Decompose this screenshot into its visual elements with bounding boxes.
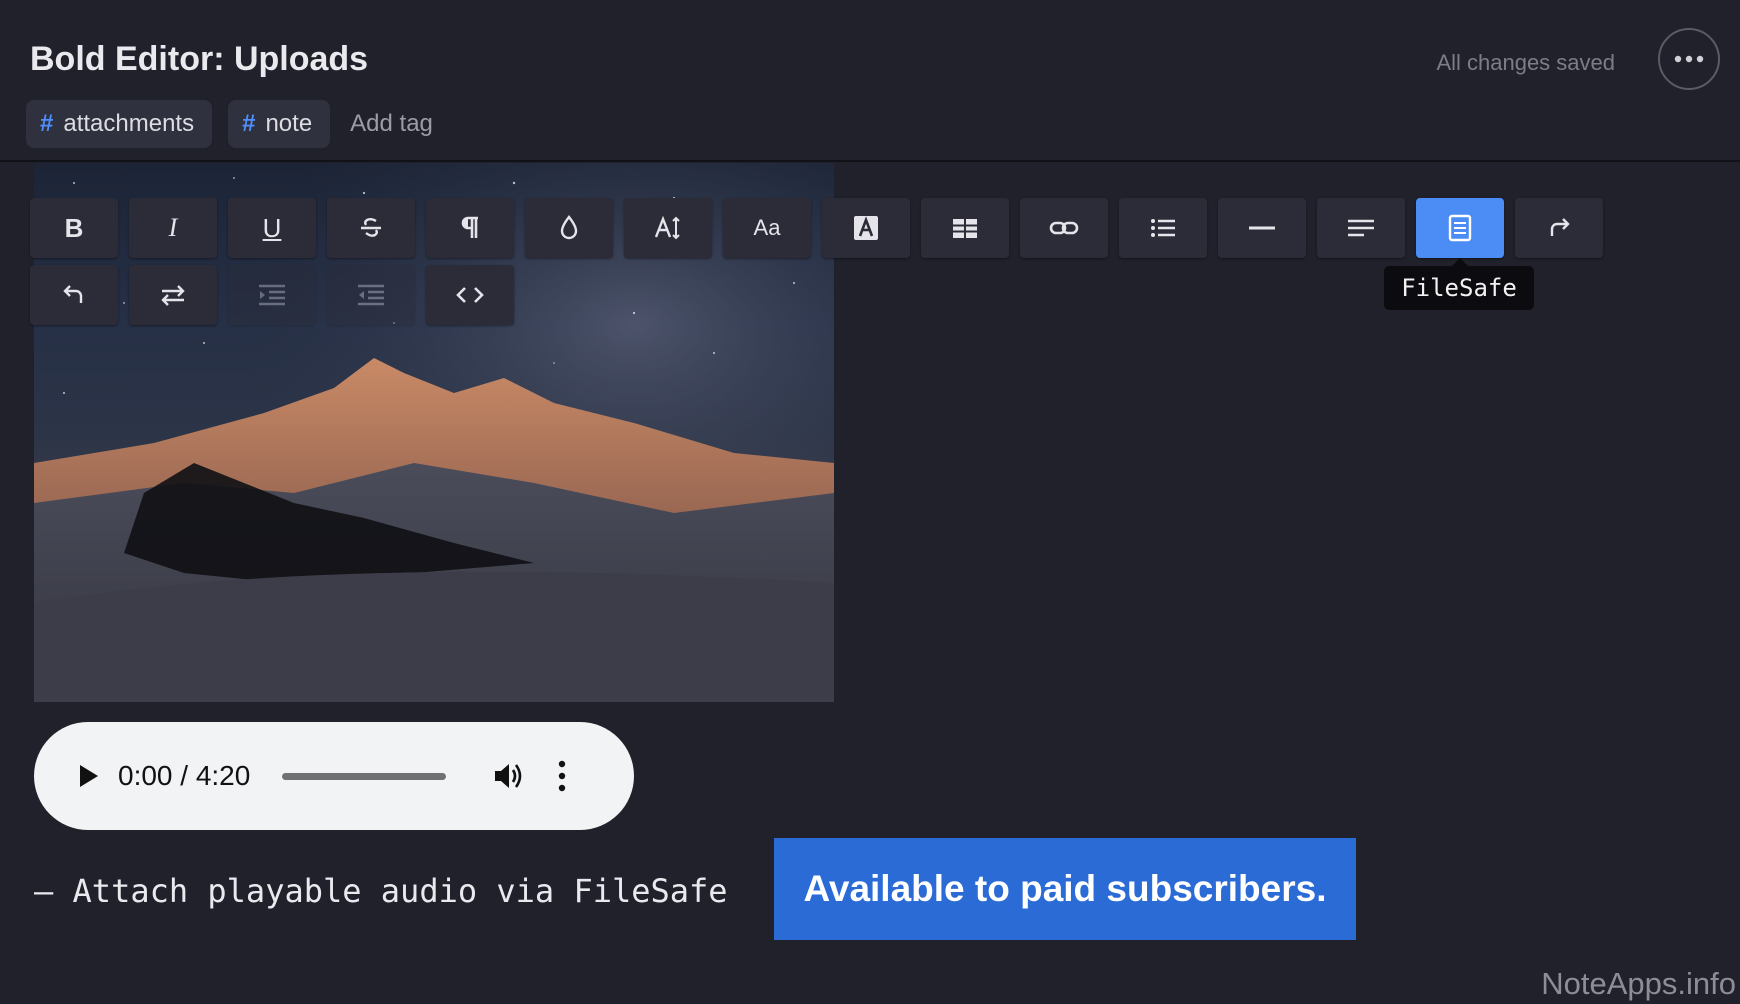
- code-view-button[interactable]: [426, 265, 514, 325]
- watermark: NoteApps.info: [1541, 966, 1736, 1001]
- strikethrough-button[interactable]: [327, 198, 415, 258]
- bold-button[interactable]: B: [30, 198, 118, 258]
- droplet-icon: [560, 215, 578, 240]
- paid-subscriber-banner: Available to paid subscribers.: [774, 838, 1356, 940]
- ellipsis-icon: [1674, 55, 1704, 63]
- italic-icon: I: [168, 213, 178, 242]
- font-size-icon: [654, 215, 680, 240]
- audio-progress-slider[interactable]: [282, 772, 447, 780]
- tag-note[interactable]: # note: [228, 100, 331, 148]
- indent-button[interactable]: [228, 265, 316, 325]
- table-icon: [953, 219, 977, 238]
- outdent-button[interactable]: [327, 265, 415, 325]
- filesafe-button[interactable]: [1416, 198, 1504, 258]
- paragraph-button[interactable]: [426, 198, 514, 258]
- volume-icon[interactable]: [492, 759, 526, 793]
- bold-icon: B: [64, 212, 84, 243]
- link-icon: [1049, 221, 1079, 235]
- editor-toolbar: B I U Aa: [30, 198, 1603, 332]
- font-family-button[interactable]: Aa: [723, 198, 811, 258]
- hash-icon: #: [242, 110, 256, 137]
- code-icon: [456, 287, 484, 303]
- filesafe-tooltip: FileSafe: [1384, 258, 1534, 310]
- font-family-icon: Aa: [753, 215, 781, 240]
- text-color-button[interactable]: [525, 198, 613, 258]
- table-button[interactable]: [921, 198, 1009, 258]
- kebab-menu-icon[interactable]: [556, 759, 568, 793]
- note-title[interactable]: Bold Editor: Uploads: [30, 40, 368, 79]
- align-left-icon: [1348, 219, 1374, 237]
- font-size-button[interactable]: [624, 198, 712, 258]
- list-icon: [1151, 219, 1175, 237]
- undo-icon: [63, 285, 83, 303]
- add-tag-input[interactable]: Add tag: [350, 110, 433, 138]
- redo-icon: [1550, 218, 1570, 236]
- play-icon[interactable]: [72, 761, 102, 791]
- tag-bar: # attachments # note Add tag: [26, 100, 433, 148]
- tag-label: note: [265, 110, 313, 137]
- audio-time: 0:00 / 4:20: [118, 760, 251, 791]
- save-status: All changes saved: [1436, 50, 1615, 75]
- redo-button[interactable]: [1515, 198, 1603, 258]
- outdent-icon: [358, 284, 384, 306]
- paragraph-icon: [461, 216, 478, 238]
- underline-icon: U: [262, 212, 282, 243]
- undo-button[interactable]: [30, 265, 118, 325]
- horizontal-rule-button[interactable]: [1218, 198, 1306, 258]
- text-direction-button[interactable]: [129, 265, 217, 325]
- italic-button[interactable]: I: [129, 198, 217, 258]
- horizontal-rule-icon: [1249, 226, 1275, 230]
- toolbar-row: [30, 265, 1603, 325]
- tag-attachments[interactable]: # attachments: [26, 100, 213, 148]
- header-divider: [0, 160, 1740, 162]
- document-icon: [1448, 214, 1472, 242]
- link-button[interactable]: [1020, 198, 1108, 258]
- list-button[interactable]: [1119, 198, 1207, 258]
- note-body-line[interactable]: – Attach playable audio via FileSafe: [34, 872, 728, 910]
- hash-icon: #: [40, 110, 54, 137]
- more-options-button[interactable]: [1658, 28, 1720, 90]
- swap-arrows-icon: [161, 285, 185, 306]
- align-button[interactable]: [1317, 198, 1405, 258]
- toolbar-row: B I U Aa: [30, 198, 1603, 258]
- indent-icon: [259, 284, 285, 306]
- underline-button[interactable]: U: [228, 198, 316, 258]
- audio-player: 0:00 / 4:20: [34, 722, 634, 830]
- highlight-icon: [854, 216, 878, 240]
- strikethrough-icon: [361, 218, 381, 237]
- tag-label: attachments: [63, 110, 195, 137]
- highlight-button[interactable]: [822, 198, 910, 258]
